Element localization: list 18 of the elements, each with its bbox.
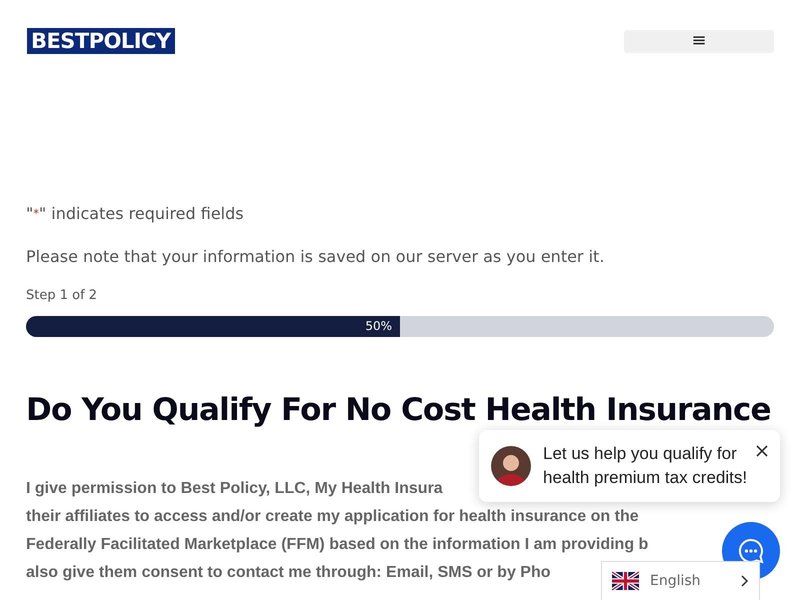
avatar: [491, 446, 531, 486]
chat-message: Let us help you qualify for health premium tax credits!: [543, 443, 748, 489]
progress-reading: 50%: [365, 318, 392, 335]
required-note: "*" indicates required fields: [26, 204, 245, 224]
chevron-icon: [741, 575, 749, 587]
close-icon[interactable]: [756, 445, 768, 457]
step-label: Step 1 of 2: [26, 287, 98, 305]
chat-icon: [738, 538, 764, 564]
consent-text: their affiliates to access and/or create my application for health insurance on the: [26, 506, 639, 526]
logo[interactable]: BESTPOLICY: [27, 28, 175, 54]
save-note: Please note that your information is saved on our server as you enter it.: [26, 247, 606, 267]
consent-text: also give them consent to contact me through: Email, SMS or by Pho: [26, 562, 551, 582]
consent-text: Federally Facilitated Marketplace (FFM) based on the information I am providing b: [26, 534, 648, 554]
consent-text: I give permission to Best Policy, LLC, My Health Insura: [26, 478, 443, 498]
language-selector[interactable]: English: [601, 561, 760, 600]
menu-button[interactable]: ≡: [624, 30, 774, 52]
flag-icon: [612, 571, 639, 591]
heading: Do You Qualify For No Cost Health Insurance: [26, 390, 772, 430]
